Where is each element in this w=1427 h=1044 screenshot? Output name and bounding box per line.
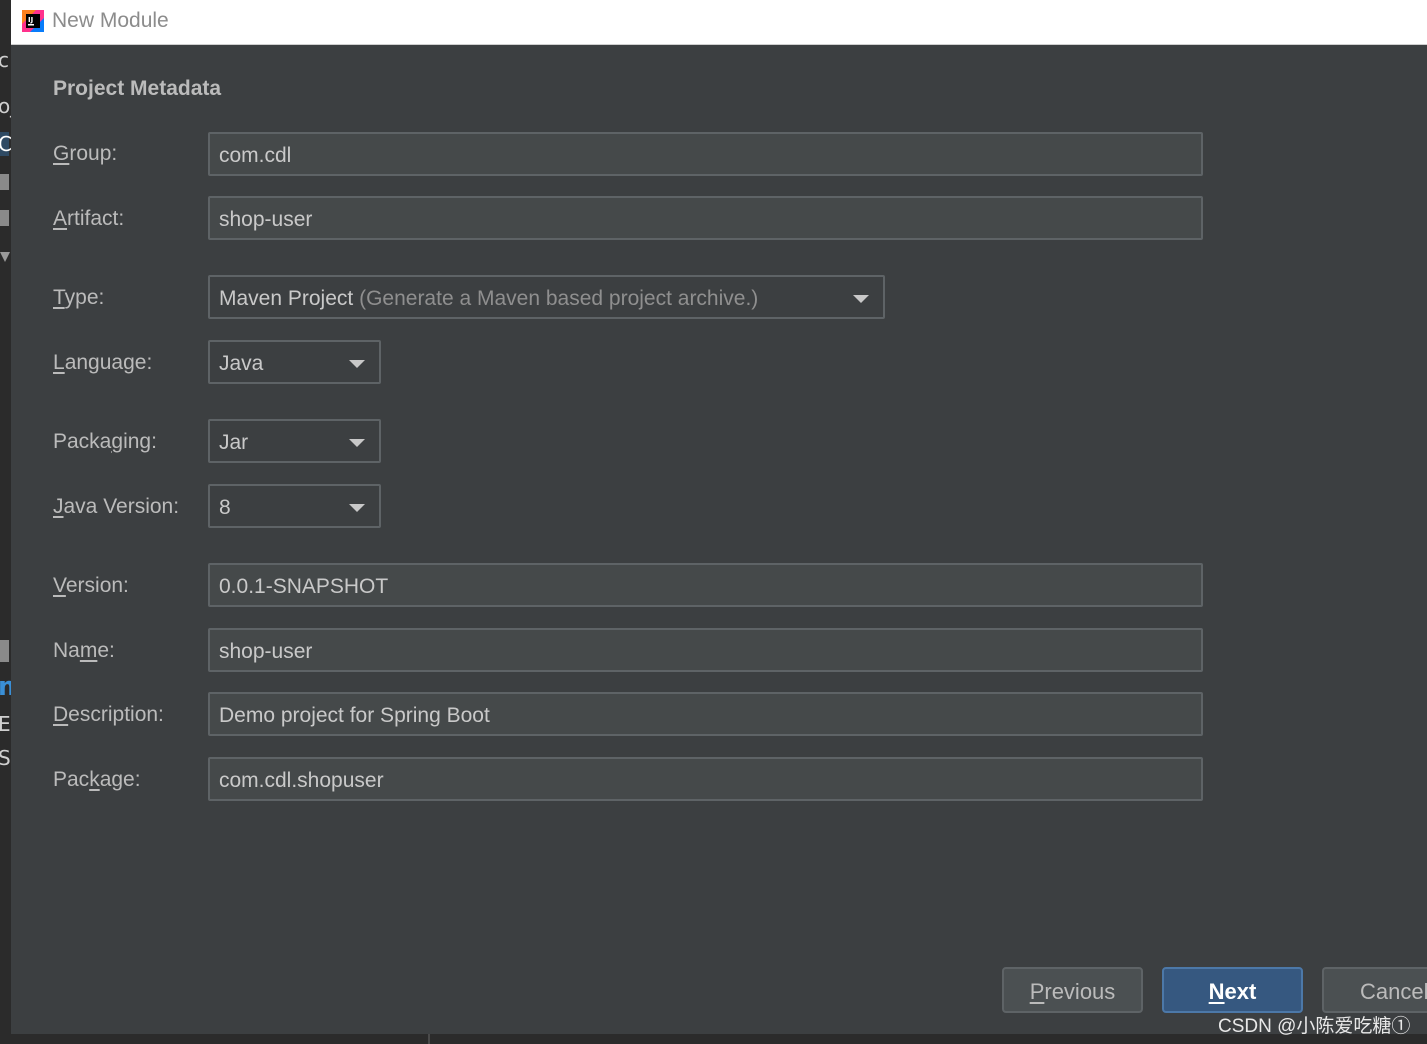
- mnemonic: D: [53, 703, 69, 726]
- label-text: age:: [99, 768, 141, 791]
- packaging-dropdown[interactable]: Jar: [208, 419, 381, 463]
- mnemonic: T: [53, 286, 65, 309]
- version-input[interactable]: 0.0.1-SNAPSHOT: [208, 563, 1203, 607]
- intellij-app-icon: IJ: [22, 10, 44, 32]
- next-button[interactable]: Next: [1162, 967, 1303, 1013]
- new-module-dialog: Project Metadata Group: com.cdl Artifact…: [11, 45, 1427, 1034]
- mnemonic: V: [53, 574, 66, 597]
- chevron-down-icon: [853, 295, 869, 303]
- file-icon: [0, 640, 9, 662]
- name-label: Name:: [53, 639, 115, 663]
- previous-button[interactable]: Previous: [1002, 967, 1143, 1013]
- language-dropdown[interactable]: Java: [208, 340, 381, 384]
- chevron-down-icon: [349, 439, 365, 447]
- mnemonic: A: [53, 207, 68, 230]
- cancel-button[interactable]: Cancel: [1322, 967, 1427, 1013]
- label-text: escription:: [68, 703, 164, 726]
- language-label: Language:: [53, 351, 152, 375]
- background-ide-text: Sc: [0, 746, 11, 770]
- background-ide-strip: c oj C m Ex Sc: [0, 0, 11, 1044]
- name-value: shop-user: [219, 640, 313, 663]
- group-input[interactable]: com.cdl: [208, 132, 1203, 176]
- mnemonic: P: [1029, 979, 1045, 1004]
- version-label: Version:: [53, 574, 129, 598]
- mnemonic: k: [89, 768, 100, 791]
- button-label: revious: [1044, 979, 1116, 1004]
- divider: [428, 1034, 430, 1044]
- description-label: Description:: [53, 703, 164, 727]
- window-title-bar[interactable]: IJ New Module: [11, 0, 1427, 45]
- background-ide-text: Ex: [0, 712, 11, 736]
- java-version-label: Java Version:: [53, 495, 179, 519]
- mnemonic: L: [53, 351, 65, 374]
- artifact-input[interactable]: shop-user: [208, 196, 1203, 240]
- label-text: ing:: [123, 430, 157, 453]
- folder-icon: [0, 210, 9, 226]
- background-ide-text: C: [0, 132, 11, 156]
- java-version-value: 8: [219, 496, 231, 519]
- label-text: ava Version:: [63, 495, 180, 518]
- mnemonic: g: [111, 430, 124, 453]
- background-ide-text: c: [0, 48, 9, 72]
- background-ide-text: oj: [0, 94, 11, 118]
- label-text: ersion:: [65, 574, 129, 597]
- chevron-down-icon: [349, 504, 365, 512]
- mnemonic: J: [53, 495, 64, 518]
- artifact-value: shop-user: [219, 208, 313, 231]
- name-input[interactable]: shop-user: [208, 628, 1203, 672]
- package-input[interactable]: com.cdl.shopuser: [208, 757, 1203, 801]
- label-text: anguage:: [64, 351, 153, 374]
- label-text: Packa: [53, 430, 112, 453]
- group-label: Group:: [53, 142, 117, 166]
- mnemonic: m: [79, 639, 98, 662]
- description-input[interactable]: Demo project for Spring Boot: [208, 692, 1203, 736]
- background-ide-text: m: [0, 672, 11, 702]
- type-value: Maven Project: [219, 287, 354, 310]
- type-hint: (Generate a Maven based project archive.…: [359, 287, 759, 310]
- type-label: Type:: [53, 286, 104, 310]
- packaging-value: Jar: [219, 431, 249, 454]
- language-value: Java: [219, 352, 264, 375]
- label-text: ype:: [64, 286, 105, 309]
- folder-icon: [0, 174, 9, 190]
- label-text: rtifact:: [67, 207, 125, 230]
- package-value: com.cdl.shopuser: [219, 769, 384, 792]
- group-value: com.cdl: [219, 144, 292, 167]
- background-ide-bottom: [0, 1034, 1427, 1044]
- watermark: CSDN @小陈爱吃糖①: [1218, 1016, 1411, 1037]
- window-title: New Module: [52, 9, 169, 32]
- section-title: Project Metadata: [53, 77, 222, 100]
- label-text: e:: [97, 639, 115, 662]
- java-version-dropdown[interactable]: 8: [208, 484, 381, 528]
- type-dropdown[interactable]: Maven Project (Generate a Maven based pr…: [208, 275, 885, 319]
- artifact-label: Artifact:: [53, 207, 124, 231]
- mnemonic: N: [1208, 979, 1225, 1004]
- button-label: Cancel: [1360, 979, 1427, 1004]
- svg-text:IJ: IJ: [28, 16, 33, 24]
- version-value: 0.0.1-SNAPSHOT: [219, 575, 389, 598]
- packaging-label: Packaging:: [53, 430, 157, 454]
- mnemonic: G: [53, 142, 70, 165]
- package-label: Package:: [53, 768, 141, 792]
- description-value: Demo project for Spring Boot: [219, 704, 490, 727]
- button-label: ext: [1224, 979, 1257, 1004]
- label-text: roup:: [69, 142, 118, 165]
- label-text: Pac: [53, 768, 90, 791]
- chevron-down-icon: [349, 360, 365, 368]
- label-text: Na: [53, 639, 80, 662]
- triangle-icon: [0, 252, 10, 262]
